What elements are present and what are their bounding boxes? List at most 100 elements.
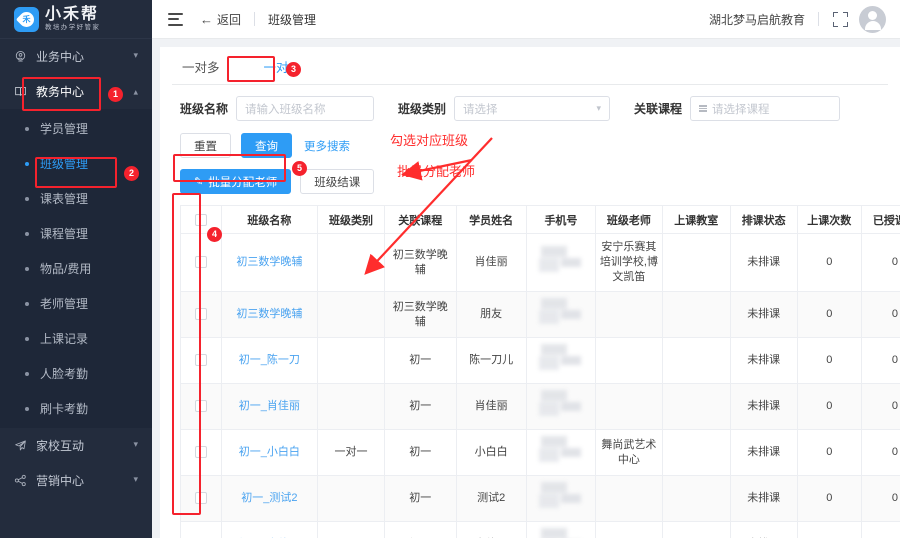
cell-schedule-status: 未排课	[729, 383, 798, 430]
annotation-marker-1: 1	[108, 87, 123, 102]
row-checkbox-cell[interactable]	[180, 291, 222, 338]
cell-student-name: 肖佳丽	[455, 521, 527, 538]
select-all-checkbox[interactable]	[194, 213, 207, 226]
sidebar-item-face-attendance[interactable]: 人脸考勤	[0, 356, 152, 391]
row-checkbox[interactable]	[194, 400, 207, 413]
cell-taught-hours: 0	[860, 233, 900, 292]
row-checkbox[interactable]	[194, 492, 207, 505]
row-checkbox[interactable]	[194, 354, 207, 367]
cell-class-name[interactable]: 初三数学晚辅	[220, 291, 319, 338]
chevron-up-icon: ▾	[133, 88, 138, 98]
row-checkbox-cell[interactable]	[180, 233, 222, 292]
batch-assign-teacher-button[interactable]: ✎ 批量分配老师	[180, 169, 292, 194]
sidebar-item-home-school-interaction[interactable]: 家校互动 ▾	[0, 428, 152, 463]
fullscreen-icon[interactable]	[833, 11, 848, 27]
cell-class-name[interactable]: 初三数学晚辅	[220, 233, 319, 292]
cell-student-name: 小白白	[455, 429, 527, 476]
sidebar-item-course-management[interactable]: 课程管理	[0, 216, 152, 251]
sidebar-item-label: 班级管理	[40, 157, 89, 171]
related-course-select[interactable]: 请选择课程	[690, 96, 841, 121]
class-name-link[interactable]: 初一_陈一刀	[225, 353, 315, 368]
sidebar-item-teacher-management[interactable]: 老师管理	[0, 286, 152, 321]
bullet-icon	[25, 301, 29, 306]
cell-phone	[525, 383, 597, 430]
cell-schedule-status: 未排课	[729, 429, 798, 476]
cell-class-type: 一对一	[317, 429, 385, 476]
annotation-marker-3: 3	[286, 62, 301, 77]
sidebar: 禾 小禾帮 教培办学好管家 业务中心 ▾ 教务中心 ▾ 学员管理 班级管理 课表…	[0, 0, 152, 538]
cell-class-count: 0	[796, 429, 862, 476]
class-type-label: 班级类别	[398, 102, 447, 116]
row-checkbox-cell[interactable]	[180, 521, 222, 538]
row-checkbox-cell[interactable]	[180, 475, 222, 522]
bullet-icon	[25, 196, 29, 201]
class-finish-button[interactable]: 班级结课	[300, 169, 375, 194]
paper-plane-icon	[14, 439, 27, 452]
pen-icon: ✎	[194, 176, 204, 188]
cell-classroom	[661, 475, 731, 522]
cell-class-count: 0	[796, 383, 862, 430]
bullet-icon	[25, 231, 29, 236]
class-name-link[interactable]: 初三数学晚辅	[225, 255, 315, 270]
share-icon	[14, 474, 27, 487]
cell-phone	[525, 475, 597, 522]
class-name-input[interactable]: 请输入班级名称	[236, 96, 375, 121]
menu-collapse-icon[interactable]	[168, 12, 183, 26]
sidebar-item-card-attendance[interactable]: 刷卡考勤	[0, 391, 152, 426]
sidebar-submenu-academic: 学员管理 班级管理 课表管理 课程管理 物品/费用 老师管理 上课记录 人脸考勤…	[0, 109, 152, 428]
sidebar-item-student-management[interactable]: 学员管理	[0, 111, 152, 146]
masked-phone	[538, 482, 583, 510]
sidebar-item-goods-fees[interactable]: 物品/费用	[0, 251, 152, 286]
cell-class-name[interactable]: 初一_测试2	[220, 475, 319, 522]
table-row: 初一_小白白一对一初一小白白舞尚武艺术中心未排课00点名|编辑	[180, 429, 900, 476]
cell-classroom	[661, 291, 731, 338]
cell-related-course: 初一	[383, 521, 457, 538]
sidebar-group-academic: 教务中心 ▾ 学员管理 班级管理 课表管理 课程管理 物品/费用 老师管理 上课…	[0, 74, 152, 428]
cell-taught-hours: 0	[860, 291, 900, 338]
related-course-label: 关联课程	[634, 102, 683, 116]
row-checkbox-cell[interactable]	[180, 383, 222, 430]
brand-logo[interactable]: 禾 小禾帮 教培办学好管家	[0, 0, 152, 39]
class-name-link[interactable]: 初一_小白白	[225, 445, 315, 460]
reset-button[interactable]: 重置	[180, 133, 231, 158]
row-checkbox-cell[interactable]	[180, 337, 222, 384]
sidebar-item-timetable-management[interactable]: 课表管理	[0, 181, 152, 216]
row-checkbox[interactable]	[194, 256, 207, 269]
cell-class-name[interactable]: 初一_小白白	[220, 429, 319, 476]
cell-class-name[interactable]: 初一_肖佳丽	[220, 383, 319, 430]
cell-classroom	[661, 337, 731, 384]
class-name-link[interactable]: 初一_测试2	[225, 491, 315, 506]
bullet-icon	[25, 266, 29, 271]
tab-bar: 一对多 一对一	[160, 47, 900, 85]
class-type-select[interactable]: 请选择 ▾	[454, 96, 611, 121]
class-name-link[interactable]: 初一_肖佳丽	[225, 399, 315, 414]
cell-related-course: 初三数学晚辅	[383, 233, 457, 292]
brand-tagline: 教培办学好管家	[45, 24, 101, 31]
sidebar-item-academic-center[interactable]: 教务中心 ▾	[0, 74, 152, 109]
user-avatar-icon[interactable]	[859, 5, 886, 33]
search-button[interactable]: 查询	[241, 133, 292, 158]
row-checkbox[interactable]	[194, 446, 207, 459]
back-button[interactable]: ← 返回	[200, 11, 241, 28]
chevron-down-icon: ▾	[133, 439, 138, 449]
col-schedule-status: 排课状态	[729, 205, 798, 234]
search-button-row: 重置 查询 更多搜索	[180, 133, 900, 158]
col-class-name: 班级名称	[220, 205, 319, 234]
sidebar-item-label: 学员管理	[40, 122, 89, 136]
sidebar-item-label: 课程管理	[40, 227, 89, 241]
row-checkbox[interactable]	[194, 308, 207, 321]
class-name-link[interactable]: 初三数学晚辅	[225, 307, 315, 322]
col-class-type: 班级类别	[317, 205, 385, 234]
sidebar-item-business-center[interactable]: 业务中心 ▾	[0, 39, 152, 74]
sidebar-item-class-records[interactable]: 上课记录	[0, 321, 152, 356]
cell-class-name[interactable]: 初一_肖佳丽	[220, 521, 319, 538]
cell-class-name[interactable]: 初一_陈一刀	[220, 337, 319, 384]
sidebar-item-marketing-center[interactable]: 营销中心 ▾	[0, 463, 152, 498]
cell-taught-hours: 0	[860, 429, 900, 476]
more-search-link[interactable]: 更多搜索	[304, 138, 350, 154]
masked-phone	[538, 344, 583, 372]
row-checkbox-cell[interactable]	[180, 429, 222, 476]
cell-class-teacher	[595, 337, 663, 384]
tab-one-to-many[interactable]: 一对多	[180, 53, 222, 80]
cell-schedule-status: 未排课	[729, 521, 798, 538]
